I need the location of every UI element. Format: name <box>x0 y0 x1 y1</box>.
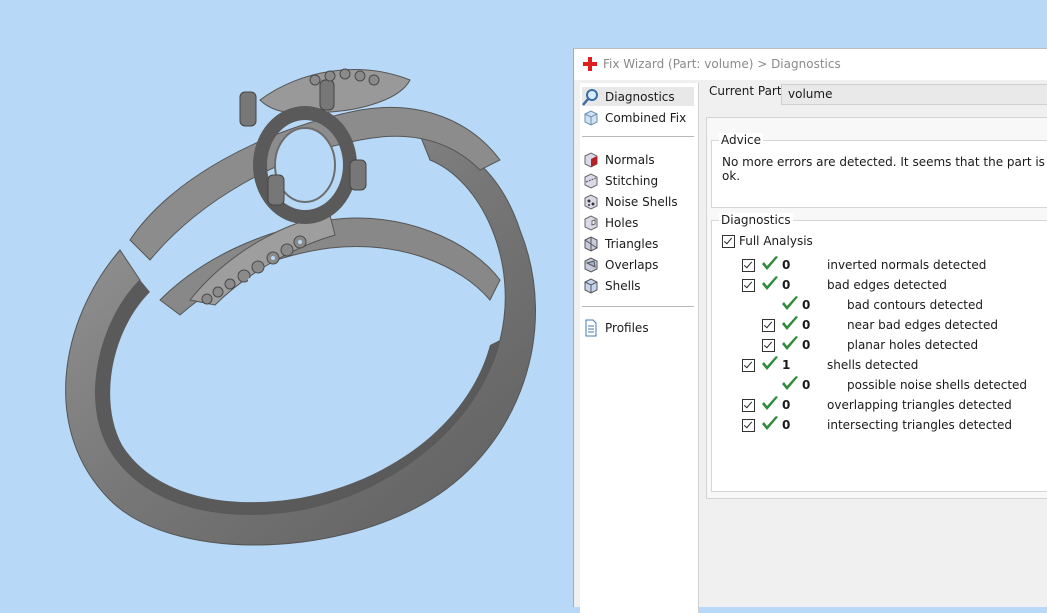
nav-item-noise-shells[interactable]: Noise Shells <box>582 192 694 211</box>
diagnostic-count: 0 <box>782 418 791 432</box>
advice-text: No more errors are detected. It seems th… <box>722 155 1045 183</box>
nav-item-profiles[interactable]: Profiles <box>582 318 694 337</box>
overlaps-icon <box>584 256 598 273</box>
check-ok-icon <box>762 276 778 290</box>
ring-model[interactable] <box>0 0 575 606</box>
check-ok-icon <box>762 256 778 270</box>
holes-icon <box>584 214 598 231</box>
title-bar[interactable]: Fix Wizard (Part: volume) > Diagnostics <box>574 49 1047 80</box>
nav-item-stitching[interactable]: Stitching <box>582 171 694 190</box>
diagnostic-label: inverted normals detected <box>827 258 987 272</box>
check-ok-icon <box>782 336 798 350</box>
diagnostic-label: intersecting triangles detected <box>827 418 1012 432</box>
diagnostic-count: 0 <box>782 278 791 292</box>
diagnostic-checkbox[interactable] <box>762 319 775 332</box>
full-analysis-checkbox[interactable] <box>722 235 735 248</box>
shells-icon <box>584 277 598 294</box>
diagnostic-label: possible noise shells detected <box>847 378 1028 392</box>
diagnostic-checkbox[interactable] <box>762 339 775 352</box>
diagnostic-label: overlapping triangles detected <box>827 398 1012 412</box>
diagnostic-checkbox[interactable] <box>742 359 755 372</box>
diagnostic-label: shells detected <box>827 358 919 372</box>
diagnostic-label: bad edges detected <box>827 278 947 292</box>
diagnostics-title: Diagnostics <box>719 213 793 227</box>
diagnostic-label: near bad edges detected <box>847 318 998 332</box>
check-ok-icon <box>782 296 798 310</box>
diagnostics-panel: Advice No more errors are detected. It s… <box>706 117 1047 499</box>
3d-viewport[interactable] <box>0 0 575 606</box>
check-ok-icon <box>762 396 778 410</box>
diagnostic-checkbox[interactable] <box>742 419 755 432</box>
check-ok-icon <box>782 316 798 330</box>
diagnostic-count: 1 <box>782 358 791 372</box>
current-part-field[interactable]: volume <box>781 84 1047 105</box>
diagnostics-group: Diagnostics Full Analysis 0 inverted norm… <box>711 213 1047 492</box>
diagnostic-checkbox[interactable] <box>742 259 755 272</box>
nav-item-combined-fix[interactable]: Combined Fix <box>582 108 694 127</box>
triangles-icon <box>584 235 598 252</box>
check-ok-icon <box>762 356 778 370</box>
nav-item-holes[interactable]: Holes <box>582 213 694 232</box>
diagnostic-checkbox[interactable] <box>742 279 755 292</box>
diagnostic-count: 0 <box>782 258 791 272</box>
nav-item-diagnostics[interactable]: Diagnostics <box>582 87 694 106</box>
advice-title: Advice <box>719 133 764 147</box>
diagnostic-count: 0 <box>802 378 811 392</box>
nav-item-normals[interactable]: Normals <box>582 150 694 169</box>
noise-shells-icon <box>584 193 598 210</box>
nav-separator <box>582 306 694 307</box>
check-ok-icon <box>762 416 778 430</box>
nav-item-overlaps[interactable]: Overlaps <box>582 255 694 274</box>
nav-item-triangles[interactable]: Triangles <box>582 234 694 253</box>
diagnostic-count: 0 <box>782 398 791 412</box>
nav-item-shells[interactable]: Shells <box>582 276 694 295</box>
fix-wizard-dialog: Fix Wizard (Part: volume) > Diagnostics … <box>573 48 1047 613</box>
diagnostic-checkbox[interactable] <box>742 399 755 412</box>
magnifier-icon <box>582 88 598 106</box>
window-title: Fix Wizard (Part: volume) > Diagnostics <box>603 57 841 71</box>
stitching-icon <box>584 172 598 189</box>
check-ok-icon <box>782 376 798 390</box>
nav-separator <box>582 136 694 137</box>
diagnostic-label: planar holes detected <box>847 338 979 352</box>
profiles-icon <box>585 319 597 336</box>
diagnostic-count: 0 <box>802 298 811 312</box>
combined-fix-icon <box>584 109 598 126</box>
wizard-content: Current Part: volume Advice No more erro… <box>700 81 1047 607</box>
current-part-label: Current Part: <box>709 84 786 98</box>
normals-icon <box>584 151 598 168</box>
diagnostic-label: bad contours detected <box>847 298 983 312</box>
diagnostic-count: 0 <box>802 318 811 332</box>
app-icon <box>583 57 597 71</box>
diagnostic-count: 0 <box>802 338 811 352</box>
full-analysis-label: Full Analysis <box>739 234 813 248</box>
advice-group: Advice No more errors are detected. It s… <box>711 133 1047 208</box>
wizard-nav: Diagnostics Combined Fix Normals Stitchi… <box>580 83 699 613</box>
